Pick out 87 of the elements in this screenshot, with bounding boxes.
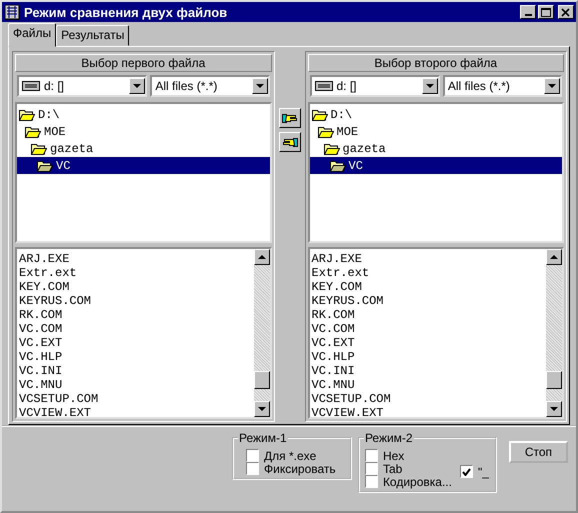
file-item[interactable]: VC.HLP (19, 350, 254, 364)
scrollbar[interactable] (254, 249, 270, 417)
checkmark-icon (462, 468, 471, 476)
folder-item[interactable]: D:\ (17, 106, 270, 123)
pointing-hand-icon (282, 112, 298, 124)
dropdown-button[interactable] (252, 78, 268, 94)
file-item[interactable]: Extr.ext (312, 266, 546, 280)
panel-heading: Выбор первого файла (15, 54, 272, 72)
close-icon (560, 6, 572, 18)
folder-item[interactable]: D:\ (310, 106, 562, 123)
checkbox[interactable]: Фиксировать (246, 462, 344, 475)
file-item[interactable]: VC.HLP (312, 350, 546, 364)
folder-icon (312, 108, 328, 121)
file-item[interactable]: VC.COM (19, 322, 254, 336)
copy-left-button[interactable] (278, 132, 300, 152)
folder-item[interactable]: gazeta (17, 140, 270, 157)
folder-icon (318, 125, 334, 138)
file-item[interactable]: KEY.COM (19, 280, 254, 294)
file-item[interactable]: ARJ.EXE (312, 252, 546, 266)
tab[interactable]: Файлы (8, 23, 56, 47)
caret-icon (548, 84, 556, 88)
group-title: Режим-1 (238, 431, 288, 445)
drive-icon (314, 81, 332, 91)
folder-icon (31, 142, 47, 155)
checkbox[interactable]: "_ (460, 465, 489, 478)
maximize-icon (540, 6, 552, 18)
caret-icon (426, 84, 434, 88)
filter-dropdown[interactable]: All files (*.*) (442, 75, 562, 97)
file-item[interactable]: RK.COM (312, 308, 546, 322)
file-item[interactable]: VCVIEW.EXT (312, 406, 546, 417)
folder-item[interactable]: MOE (310, 123, 562, 140)
panel-heading: Выбор второго файла (308, 54, 564, 72)
folder-item[interactable]: VC (310, 157, 562, 174)
file-item[interactable]: VCSETUP.COM (19, 392, 254, 406)
file-item[interactable]: KEYRUS.COM (312, 294, 546, 308)
file-item[interactable]: VCVIEW.EXT (19, 406, 254, 417)
scrollbar[interactable] (546, 249, 562, 417)
drive-dropdown[interactable]: d: [] (17, 75, 148, 97)
file-item[interactable]: KEY.COM (312, 280, 546, 294)
close-button[interactable] (558, 5, 574, 19)
up-arrow-icon (258, 254, 266, 260)
group-title: Режим-2 (364, 431, 414, 445)
dropdown-button[interactable] (422, 78, 438, 94)
up-arrow-icon (550, 254, 558, 260)
file-item[interactable]: VC.COM (312, 322, 546, 336)
filter-dropdown[interactable]: All files (*.*) (150, 75, 270, 97)
maximize-button[interactable] (538, 5, 554, 19)
file-item[interactable]: KEYRUS.COM (19, 294, 254, 308)
file-item[interactable]: VC.EXT (19, 336, 254, 350)
file-item[interactable]: VC.INI (312, 364, 546, 378)
caret-icon (256, 84, 264, 88)
folder-item[interactable]: VC (17, 157, 270, 174)
checkbox[interactable]: Кодировка... (364, 475, 452, 488)
file-item[interactable]: VC.MNU (19, 378, 254, 392)
folder-icon (37, 159, 53, 172)
checkbox[interactable]: Для *.exe (246, 449, 344, 462)
folder-item[interactable]: gazeta (310, 140, 562, 157)
dropdown-button[interactable] (544, 78, 560, 94)
folder-icon (25, 125, 41, 138)
minimize-icon (524, 14, 532, 16)
tab[interactable]: Результаты (56, 25, 130, 46)
file-item[interactable]: VC.INI (19, 364, 254, 378)
drive-dropdown[interactable]: d: [] (310, 75, 440, 97)
copy-right-button[interactable] (278, 108, 300, 128)
folder-icon (324, 142, 340, 155)
file-item[interactable]: RK.COM (19, 308, 254, 322)
drive-icon (22, 81, 40, 91)
caret-icon (133, 84, 142, 88)
folder-icon (330, 159, 346, 172)
file-item[interactable]: ARJ.EXE (19, 252, 254, 266)
down-arrow-icon (550, 406, 558, 412)
scrollbar-thumb[interactable] (546, 371, 562, 389)
folder-icon (19, 108, 35, 121)
file-item[interactable]: VC.EXT (312, 336, 546, 350)
pointing-hand-icon (282, 136, 298, 148)
file-item[interactable]: VCSETUP.COM (312, 392, 546, 406)
stop-button[interactable]: Стоп (508, 441, 568, 463)
file-item[interactable]: VC.MNU (312, 378, 546, 392)
dropdown-button[interactable] (129, 78, 146, 94)
folder-item[interactable]: MOE (17, 123, 270, 140)
window-title: Режим сравнения двух файлов (24, 4, 228, 20)
scrollbar-thumb[interactable] (254, 371, 270, 389)
file-item[interactable]: Extr.ext (19, 266, 254, 280)
checkbox[interactable]: Tab (364, 462, 452, 475)
down-arrow-icon (258, 406, 266, 412)
minimize-button[interactable] (520, 5, 536, 19)
checkbox[interactable]: Hex (364, 449, 452, 462)
